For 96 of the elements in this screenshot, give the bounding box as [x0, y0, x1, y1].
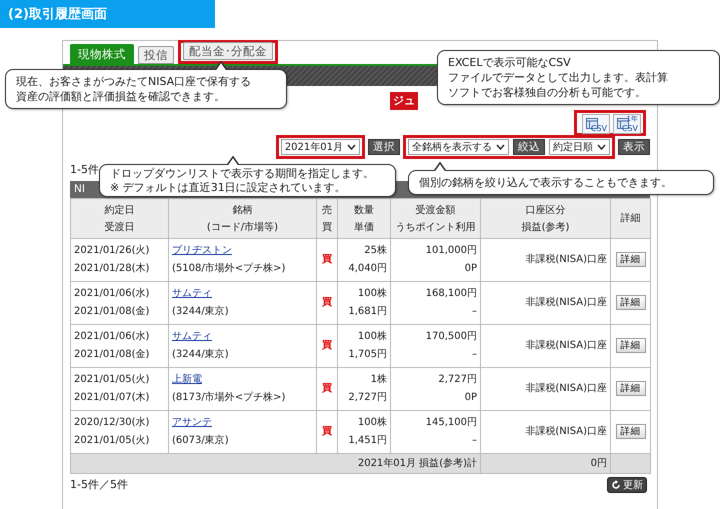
caret-icon — [597, 144, 606, 150]
tab[interactable]: 投信 — [138, 46, 174, 64]
trade-date: 2021/01/26(火) — [74, 244, 150, 258]
trade-side: 買 — [322, 426, 332, 437]
column-header: 損益(参考) — [520, 220, 570, 234]
trade-side: 買 — [322, 297, 332, 308]
label-badge: ジュ — [390, 92, 418, 110]
column-header: 約定日 — [104, 204, 136, 218]
settlement-amount: 170,500円 — [424, 330, 477, 344]
sort-select[interactable]: 約定日順 — [549, 139, 610, 155]
quantity: 1株 — [370, 372, 387, 387]
quantity: 100株 — [356, 286, 387, 301]
column-header: 受渡金額 — [414, 204, 456, 218]
stock-code: (8173/市場外<プチ株>) — [172, 390, 286, 405]
column-header: 口座区分 — [524, 204, 566, 218]
settlement-amount: 168,100円 — [424, 287, 477, 301]
page-title: (2)取引履歴画面 — [0, 0, 215, 28]
column-header: うちポイント利用 — [394, 220, 476, 234]
settlement-amount: 2,727円 — [437, 373, 477, 387]
account-type: 非課税(NISA)口座 — [525, 340, 607, 351]
quantity: 25株 — [363, 244, 387, 258]
trade-side: 買 — [322, 340, 332, 351]
settle-date: 2021/01/05(火) — [74, 434, 150, 448]
stock-link[interactable]: サムティ — [172, 288, 212, 299]
quantity: 100株 — [356, 330, 387, 344]
stock-link[interactable]: 上新電 — [172, 374, 202, 385]
callout-text: EXCELで表示可能なCSV — [448, 55, 572, 70]
trade-date: 2021/01/06(水) — [74, 330, 150, 344]
trade-date: 2021/01/06(水) — [74, 286, 150, 301]
points-used: – — [471, 434, 477, 448]
unit-price: 1,451円 — [347, 434, 387, 448]
unit-price: 2,727円 — [347, 391, 387, 405]
result-count: 1-5件 — [70, 163, 99, 176]
callout-text: ファイルでデータとして出力します。表計算 — [448, 70, 669, 85]
points-used: 0P — [464, 262, 477, 276]
unit-price: 4,040円 — [347, 262, 387, 276]
stock-link[interactable]: アサンテ — [172, 417, 212, 428]
column-header: 受渡日 — [104, 220, 136, 234]
result-count: 1-5件／5件 — [70, 476, 128, 493]
callout-text: 現在、お客さまがつみたてNISA口座で保有する — [16, 74, 252, 89]
trade-side: 買 — [322, 254, 332, 265]
unit-price: 1,681円 — [347, 305, 387, 319]
caret-icon — [347, 144, 356, 150]
tab[interactable]: 現物株式 — [70, 44, 134, 64]
detail-button[interactable]: 詳細 — [616, 338, 646, 353]
quantity: 100株 — [356, 416, 387, 430]
stock-code: (3244/東京) — [172, 304, 230, 319]
select-button[interactable]: 選択 — [368, 139, 400, 155]
stock-link[interactable]: サムティ — [172, 331, 212, 342]
settle-date: 2021/01/08(金) — [74, 348, 150, 362]
points-used: 0P — [464, 391, 477, 405]
callout-text: ソフトでお客様独自の分析も可能です。 — [448, 85, 647, 100]
settle-date: 2021/01/08(金) — [74, 305, 150, 319]
tab[interactable]: 配当金･分配金 — [183, 42, 273, 60]
unit-price: 1,705円 — [347, 348, 387, 362]
callout-text: ※ デフォルトは直近31日に設定されています。 — [110, 180, 347, 194]
settle-date: 2021/01/07(木) — [74, 390, 150, 405]
caret-icon — [496, 144, 505, 150]
account-type: 非課税(NISA)口座 — [525, 383, 607, 394]
refresh-icon — [611, 480, 621, 490]
column-header: 買 — [321, 220, 333, 234]
detail-button[interactable]: 詳細 — [616, 381, 646, 396]
column-header: 単価 — [353, 220, 375, 234]
column-header: 銘柄 — [232, 204, 254, 218]
column-header: (コード/市場等) — [206, 220, 280, 234]
stock-link[interactable]: ブリヂストン — [172, 245, 232, 256]
detail-button[interactable]: 詳細 — [616, 252, 646, 267]
column-header: 詳細 — [620, 212, 642, 226]
callout-text: 資産の評価額と評価損益を確認できます。 — [16, 89, 226, 104]
refresh-button[interactable]: 更新 — [607, 477, 647, 493]
filter-button[interactable]: 絞込 — [513, 139, 545, 155]
stock-select[interactable]: 全銘柄を表示する — [408, 139, 509, 155]
trade-side: 買 — [322, 383, 332, 394]
settlement-amount: 101,000円 — [424, 244, 477, 258]
stock-code: (3244/東京) — [172, 348, 230, 362]
settle-date: 2021/01/28(木) — [74, 262, 150, 276]
total-label: 2021年01月 損益(参考)計 — [358, 458, 477, 468]
points-used: – — [471, 348, 477, 362]
period-select[interactable]: 2021年01月 — [280, 139, 360, 155]
settlement-amount: 145,100円 — [424, 416, 477, 430]
stock-code: (5108/市場外<プチ株>) — [172, 262, 286, 276]
detail-button[interactable]: 詳細 — [616, 295, 646, 310]
show-button[interactable]: 表示 — [618, 139, 650, 155]
column-header: 数量 — [353, 204, 375, 218]
trade-date: 2021/01/05(火) — [74, 372, 150, 387]
total-value: 0円 — [590, 458, 607, 468]
csv-button[interactable]: CSV — [582, 114, 610, 134]
callout-text: ドロップダウンリストで表示する期間を指定します。 — [110, 167, 375, 180]
trade-date: 2020/12/30(水) — [74, 416, 150, 430]
account-type: 非課税(NISA)口座 — [525, 254, 607, 265]
points-used: – — [471, 305, 477, 319]
account-type: 非課税(NISA)口座 — [525, 426, 607, 437]
column-header: 売 — [321, 204, 333, 218]
detail-button[interactable]: 詳細 — [616, 424, 646, 439]
account-type: 非課税(NISA)口座 — [525, 297, 607, 308]
stock-code: (6073/東京) — [172, 434, 230, 448]
